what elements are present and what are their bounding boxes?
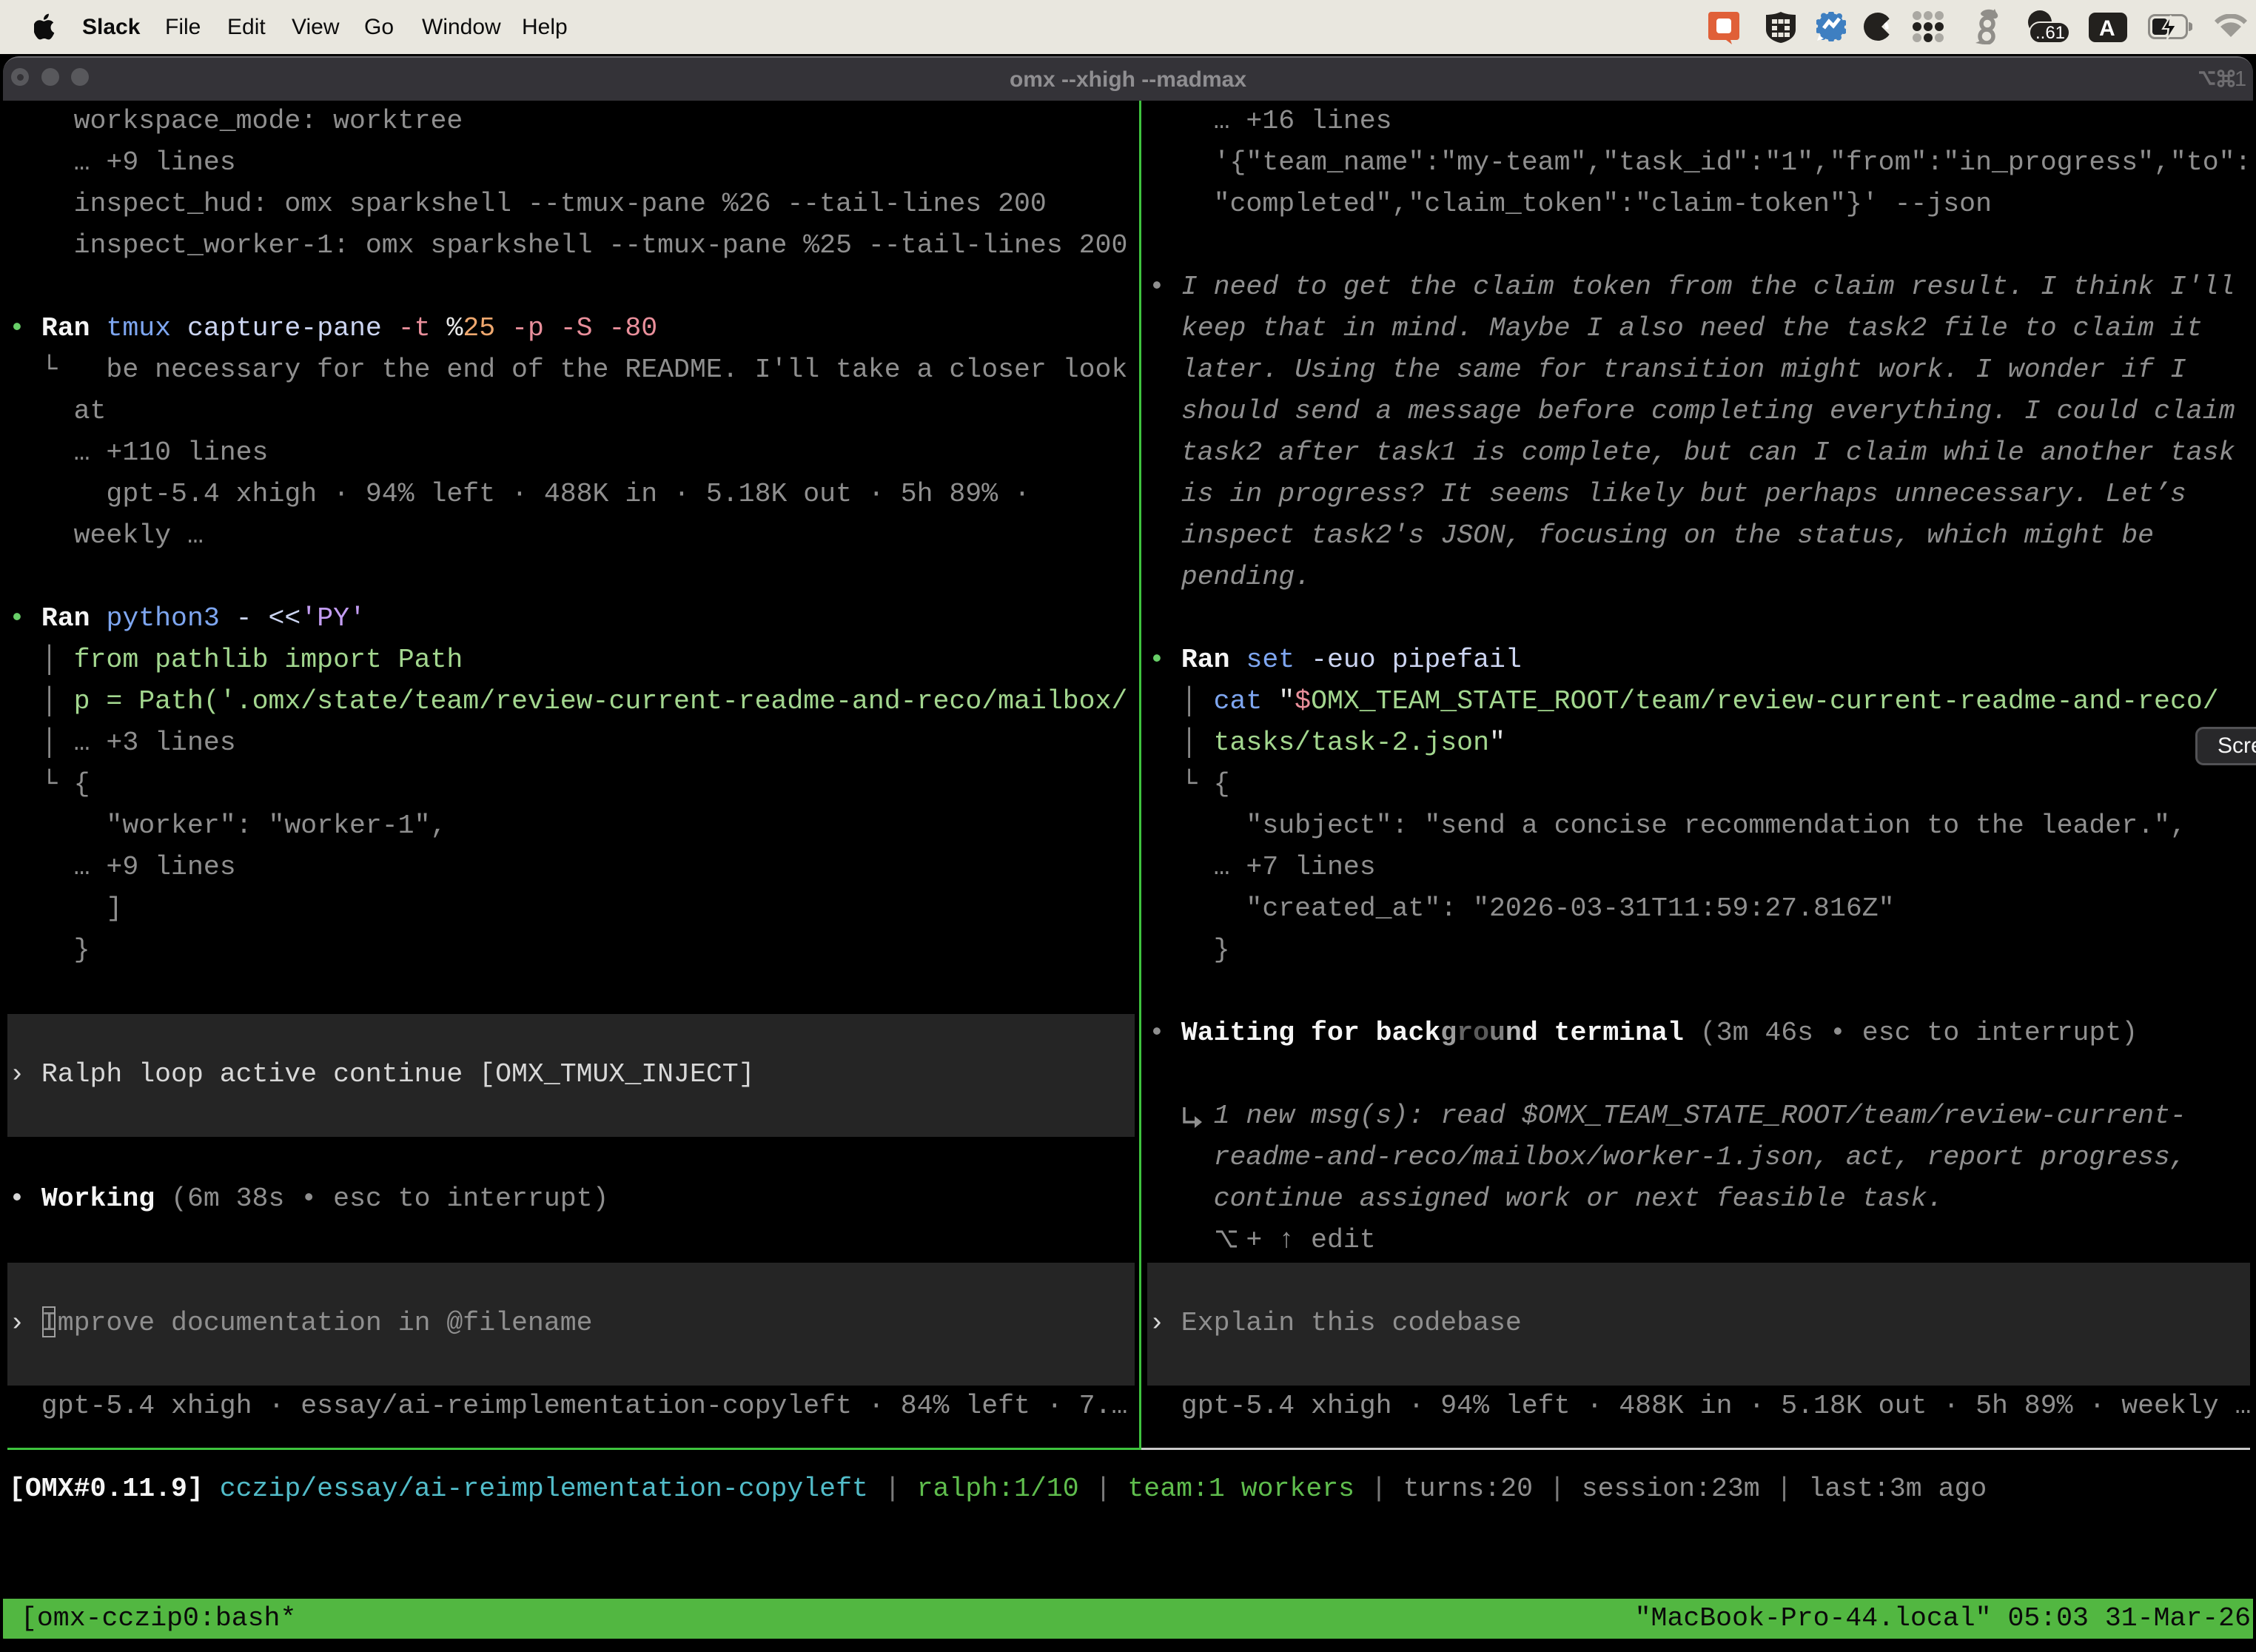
svg-text:1: 1: [2235, 67, 2246, 91]
svg-text:A: A: [2099, 16, 2115, 41]
svg-text:..61: ..61: [2035, 23, 2065, 43]
